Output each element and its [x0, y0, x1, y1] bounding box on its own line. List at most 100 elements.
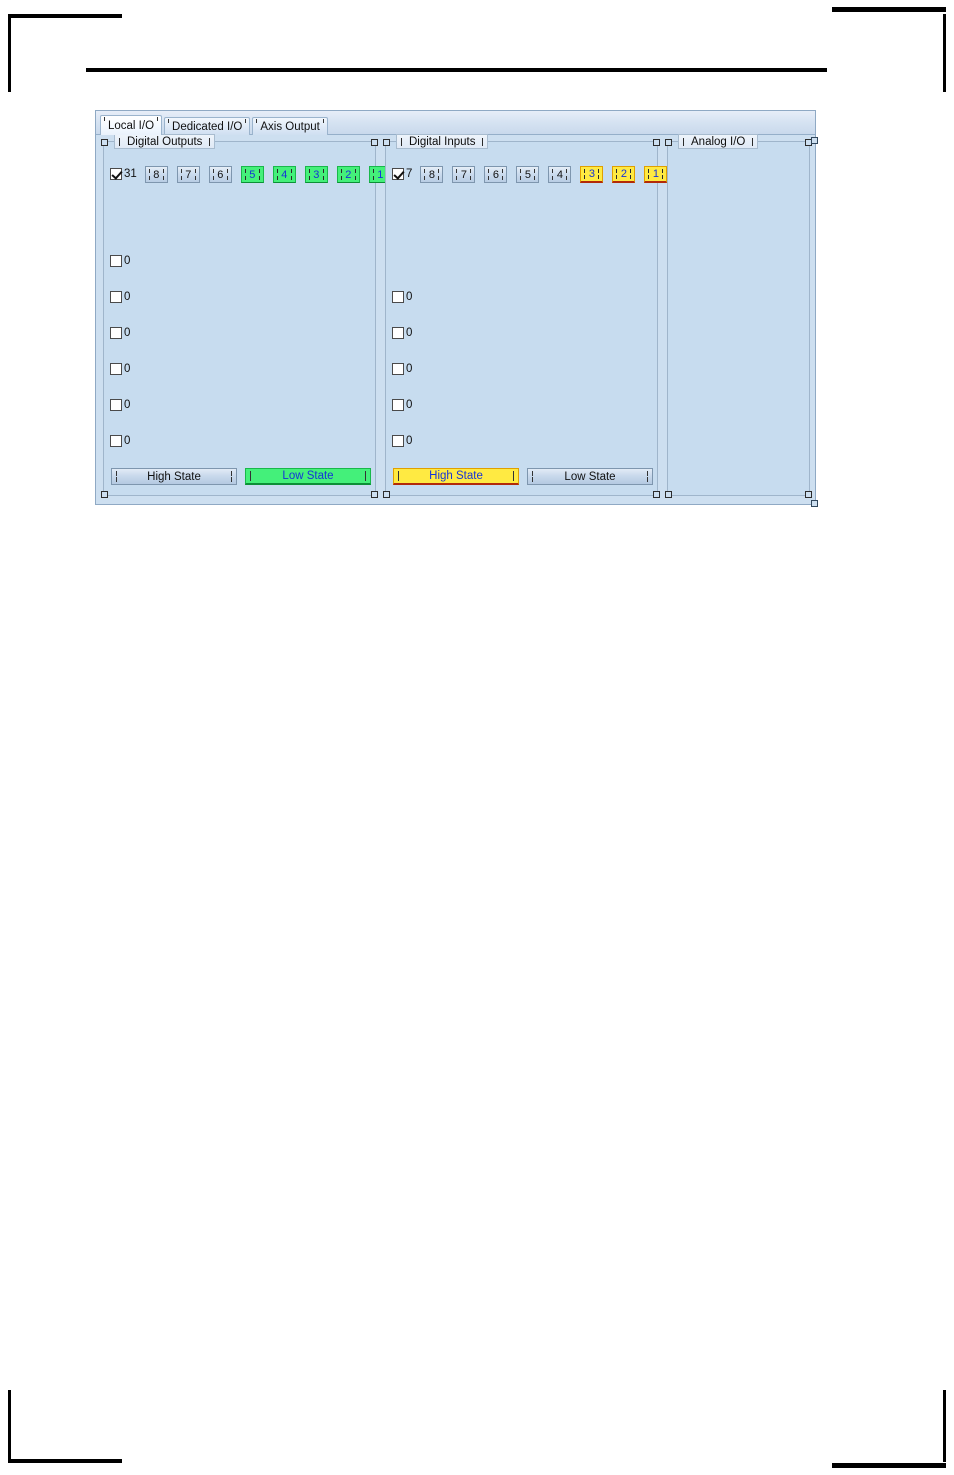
- io-button-2[interactable]: 2: [336, 165, 360, 183]
- io-checkbox-row[interactable]: 0: [392, 362, 412, 376]
- checkbox-icon[interactable]: [392, 168, 404, 180]
- resize-nub-bottom-left[interactable]: [383, 491, 390, 498]
- io-checkbox-row[interactable]: 0: [110, 398, 130, 412]
- io-button-4[interactable]: 4: [272, 165, 296, 183]
- button-handle-icon: [322, 175, 324, 180]
- checkbox-icon[interactable]: [110, 168, 122, 180]
- button-handle-icon: [424, 175, 426, 180]
- state-button-low-state[interactable]: Low State: [527, 468, 653, 485]
- io-checkbox-row[interactable]: 0: [110, 254, 130, 268]
- checkbox-icon[interactable]: [110, 291, 122, 303]
- io-button-8[interactable]: 8: [420, 165, 444, 183]
- tab-label: Dedicated I/O: [172, 121, 243, 133]
- resize-nub-bottom-right[interactable]: [805, 491, 812, 498]
- button-handle-icon: [662, 168, 664, 173]
- io-button-7[interactable]: 7: [452, 165, 476, 183]
- state-button-low-state[interactable]: Low State: [245, 468, 371, 485]
- io-button-3[interactable]: 3: [580, 165, 604, 183]
- checkbox-icon[interactable]: [392, 399, 404, 411]
- io-checkbox-row[interactable]: 0: [392, 326, 412, 340]
- tab-label: Local I/O: [108, 120, 155, 132]
- resize-nub-bottom-right[interactable]: [371, 491, 378, 498]
- tab-dedicated-i-o[interactable]: Dedicated I/O: [164, 117, 251, 135]
- tab-handle-right-icon: [322, 119, 324, 123]
- io-button-5[interactable]: 5: [240, 165, 264, 183]
- io-button-6[interactable]: 6: [484, 165, 508, 183]
- button-handle-icon: [365, 476, 366, 481]
- button-handle-icon: [502, 168, 504, 173]
- io-button-8[interactable]: 8: [144, 165, 168, 183]
- checkbox-icon[interactable]: [110, 399, 122, 411]
- checkbox-icon[interactable]: [110, 435, 122, 447]
- io-button-label: 2: [620, 167, 627, 180]
- button-handle-icon: [438, 168, 440, 173]
- state-button-high-state[interactable]: High State: [111, 468, 237, 485]
- checkbox-icon[interactable]: [392, 435, 404, 447]
- button-handle-icon: [584, 174, 586, 179]
- checkbox-icon[interactable]: [110, 327, 122, 339]
- io-checkbox-value: 0: [124, 255, 131, 267]
- button-handle-icon: [258, 168, 260, 173]
- panel-resize-nub-top-right[interactable]: [811, 137, 818, 144]
- checkbox-icon[interactable]: [392, 291, 404, 303]
- io-button-1[interactable]: 1: [644, 165, 668, 183]
- io-button-2[interactable]: 2: [612, 165, 636, 183]
- resize-nub-top-right[interactable]: [653, 139, 660, 146]
- resize-nub-bottom-right[interactable]: [653, 491, 660, 498]
- checkbox-icon[interactable]: [392, 363, 404, 375]
- io-button-label: 8: [153, 168, 160, 181]
- button-handle-icon: [354, 168, 356, 173]
- io-checkbox-row[interactable]: 0: [392, 398, 412, 412]
- io-button-4[interactable]: 4: [548, 165, 572, 183]
- digital-outputs-master-checkbox[interactable]: 31: [110, 165, 137, 183]
- analog-io-caption: Analog I/O: [678, 134, 759, 149]
- checkbox-icon[interactable]: [392, 327, 404, 339]
- io-button-label: 1: [377, 168, 384, 181]
- button-handle-icon: [584, 168, 586, 173]
- io-checkbox-row[interactable]: 0: [110, 290, 130, 304]
- digital-inputs-group: Digital Inputs 7 8 7 6 5 4 3 2 1 0 0 0 0 0 High Sta…: [383, 134, 668, 498]
- resize-nub-top-left[interactable]: [383, 139, 390, 146]
- io-checkbox-row[interactable]: 0: [110, 362, 130, 376]
- resize-nub-bottom-left[interactable]: [665, 491, 672, 498]
- state-button-high-state[interactable]: High State: [393, 468, 519, 485]
- resize-nub-bottom-left[interactable]: [101, 491, 108, 498]
- crop-mark-top-left-vertical: [8, 14, 11, 92]
- tab-handle-right-icon: [157, 117, 159, 121]
- caption-handle-right-icon: [209, 138, 211, 146]
- caption-handle-right-icon: [482, 138, 484, 146]
- tab-local-i-o[interactable]: Local I/O: [100, 115, 163, 135]
- button-handle-icon: [438, 175, 440, 180]
- io-checkbox-row[interactable]: 0: [110, 326, 130, 340]
- tab-axis-output[interactable]: Axis Output: [252, 117, 328, 135]
- io-button-label: 2: [345, 168, 352, 181]
- panel-resize-nub-bottom-right[interactable]: [811, 500, 818, 507]
- button-handle-icon: [630, 168, 632, 173]
- io-checkbox-row[interactable]: 0: [392, 290, 412, 304]
- button-handle-icon: [647, 471, 648, 476]
- resize-nub-top-right[interactable]: [371, 139, 378, 146]
- io-button-3[interactable]: 3: [304, 165, 328, 183]
- crop-mark-bottom-right-vertical: [943, 1390, 946, 1462]
- button-handle-icon: [470, 168, 472, 173]
- io-button-7[interactable]: 7: [176, 165, 200, 183]
- io-checkbox-value: 0: [406, 291, 413, 303]
- io-button-5[interactable]: 5: [516, 165, 540, 183]
- button-handle-icon: [250, 476, 251, 481]
- button-handle-icon: [116, 477, 117, 482]
- resize-nub-top-left[interactable]: [665, 139, 672, 146]
- digital-inputs-master-checkbox[interactable]: 7: [392, 165, 412, 183]
- digital-outputs-caption: Digital Outputs: [114, 134, 216, 149]
- button-handle-icon: [340, 168, 342, 173]
- io-checkbox-row[interactable]: 0: [392, 434, 412, 448]
- resize-nub-top-left[interactable]: [101, 139, 108, 146]
- io-button-label: 4: [281, 168, 288, 181]
- button-handle-icon: [616, 174, 618, 179]
- crop-mark-top-left-horizontal: [8, 14, 122, 18]
- io-button-6[interactable]: 6: [208, 165, 232, 183]
- checkbox-icon[interactable]: [110, 363, 122, 375]
- io-checkbox-row[interactable]: 0: [110, 434, 130, 448]
- button-handle-icon: [630, 174, 632, 179]
- caption-handle-right-icon: [752, 138, 754, 146]
- checkbox-icon[interactable]: [110, 255, 122, 267]
